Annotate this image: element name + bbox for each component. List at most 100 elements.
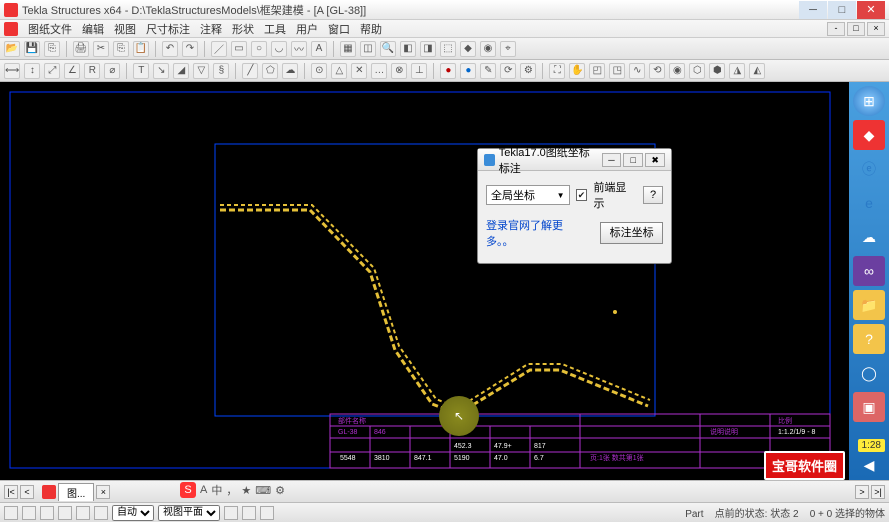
extra9-icon[interactable]: ◭ [749, 63, 765, 79]
annot-text-icon[interactable]: T [133, 63, 149, 79]
drawing-tab[interactable]: 图... [58, 483, 94, 501]
tb-text-icon[interactable]: A [311, 41, 327, 57]
extra7-icon[interactable]: ⬢ [709, 63, 725, 79]
sb-ex3[interactable] [260, 506, 274, 520]
close-button[interactable]: ✕ [857, 1, 885, 19]
tb-rect-icon[interactable]: ▭ [231, 41, 247, 57]
front-display-checkbox[interactable]: ✔ [576, 189, 588, 201]
tb-undo-icon[interactable]: ↶ [162, 41, 178, 57]
official-site-link[interactable]: 登录官网了解更多。。 [486, 217, 588, 249]
tab-nav-last[interactable]: >| [871, 485, 885, 499]
view-fit-icon[interactable]: ⛶ [549, 63, 565, 79]
mdi-restore[interactable]: □ [847, 22, 865, 36]
tb-grid-icon[interactable]: ▦ [340, 41, 356, 57]
extra3-icon[interactable]: ∿ [629, 63, 645, 79]
dim-dia-icon[interactable]: ⌀ [104, 63, 120, 79]
extra1-icon[interactable]: ◰ [589, 63, 605, 79]
snap-perp-icon[interactable]: ⊥ [411, 63, 427, 79]
shape-cloud-icon[interactable]: ☁ [282, 63, 298, 79]
tb-misc6-icon[interactable]: ⌖ [500, 41, 516, 57]
misc-a-icon[interactable]: ● [440, 63, 456, 79]
misc-e-icon[interactable]: ⚙ [520, 63, 536, 79]
sb-icon-2[interactable] [22, 506, 36, 520]
tb-misc3-icon[interactable]: ⬚ [440, 41, 456, 57]
dock-vs-icon[interactable]: ∞ [853, 256, 885, 286]
dialog-titlebar[interactable]: Tekla17.0图纸坐标标注 ─ □ ✖ [478, 149, 671, 171]
tb-misc1-icon[interactable]: ◧ [400, 41, 416, 57]
mode-b-select[interactable]: 视图平面 [158, 505, 220, 521]
sb-icon-6[interactable] [94, 506, 108, 520]
tb-view-icon[interactable]: ◫ [360, 41, 376, 57]
tab-nav-prev[interactable]: < [20, 485, 34, 499]
tab-close[interactable]: × [96, 485, 110, 499]
minimize-button[interactable]: ─ [799, 1, 827, 19]
dock-ie-icon[interactable]: ⓔ [853, 154, 885, 184]
annot-section-icon[interactable]: § [213, 63, 229, 79]
tab-nav-next[interactable]: > [855, 485, 869, 499]
ime-settings-icon[interactable]: ⚙ [275, 484, 285, 497]
dim-v-icon[interactable]: ↕ [24, 63, 40, 79]
help-button[interactable]: ? [643, 186, 663, 204]
ime-bar[interactable]: S A 中 ， ★ ⌨ ⚙ [180, 482, 285, 498]
menu-annot[interactable]: 注释 [200, 21, 222, 37]
snap-end-icon[interactable]: ⊙ [311, 63, 327, 79]
dock-start-icon[interactable]: ⊞ [853, 86, 885, 116]
sb-icon-4[interactable] [58, 506, 72, 520]
dim-angle-icon[interactable]: ∠ [64, 63, 80, 79]
tb-line-icon[interactable]: ／ [211, 41, 227, 57]
tb-save-icon[interactable]: 💾 [24, 41, 40, 57]
tb-misc4-icon[interactable]: ◆ [460, 41, 476, 57]
extra2-icon[interactable]: ◳ [609, 63, 625, 79]
dim-radius-icon[interactable]: R [84, 63, 100, 79]
tb-circle-icon[interactable]: ○ [251, 41, 267, 57]
tb-polyline-icon[interactable]: 〰 [291, 41, 307, 57]
tb-cut-icon[interactable]: ✂ [93, 41, 109, 57]
mode-a-select[interactable]: 自动 [112, 505, 154, 521]
ime-punct[interactable]: ， [226, 482, 237, 498]
dock-tekla-icon[interactable]: ◆ [853, 120, 885, 150]
dock-folder-icon[interactable]: 📁 [853, 290, 885, 320]
sb-icon-5[interactable] [76, 506, 90, 520]
dock-help-icon[interactable]: ? [853, 324, 885, 354]
mdi-close[interactable]: × [867, 22, 885, 36]
extra8-icon[interactable]: ◮ [729, 63, 745, 79]
ime-mode[interactable]: 中 [211, 482, 222, 498]
menu-file[interactable]: 图纸文件 [28, 21, 72, 37]
tb-saveas-icon[interactable]: ⎘ [44, 41, 60, 57]
misc-b-icon[interactable]: ● [460, 63, 476, 79]
menu-window[interactable]: 窗口 [328, 21, 350, 37]
snap-center-icon[interactable]: ⊗ [391, 63, 407, 79]
mdi-minimize[interactable]: - [827, 22, 845, 36]
dock-chrome-icon[interactable]: ◯ [853, 358, 885, 388]
tb-open-icon[interactable]: 📂 [4, 41, 20, 57]
dock-pin-icon[interactable]: ◀ [853, 450, 885, 480]
dialog-max[interactable]: □ [623, 153, 643, 167]
menu-help[interactable]: 帮助 [360, 21, 382, 37]
annot-level-icon[interactable]: ▽ [193, 63, 209, 79]
dock-app-icon[interactable]: ▣ [853, 392, 885, 422]
menu-user[interactable]: 用户 [296, 21, 318, 37]
ime-keyboard-icon[interactable]: ⌨ [255, 484, 271, 497]
extra4-icon[interactable]: ⟲ [649, 63, 665, 79]
tb-print-icon[interactable]: 🖨 [73, 41, 89, 57]
misc-d-icon[interactable]: ⟳ [500, 63, 516, 79]
annotate-coord-button[interactable]: 标注坐标 [600, 222, 663, 244]
dock-edge-icon[interactable]: e [853, 188, 885, 218]
tb-arc-icon[interactable]: ◡ [271, 41, 287, 57]
tb-misc5-icon[interactable]: ◉ [480, 41, 496, 57]
ime-symbols[interactable]: ★ [241, 484, 251, 497]
menu-view[interactable]: 视图 [114, 21, 136, 37]
maximize-button[interactable]: □ [828, 1, 856, 19]
extra5-icon[interactable]: ◉ [669, 63, 685, 79]
annot-leader-icon[interactable]: ↘ [153, 63, 169, 79]
dock-cloud-icon[interactable]: ☁ [853, 222, 885, 252]
sb-ex2[interactable] [242, 506, 256, 520]
snap-mid-icon[interactable]: △ [331, 63, 347, 79]
sb-icon-1[interactable] [4, 506, 18, 520]
menu-dim[interactable]: 尺寸标注 [146, 21, 190, 37]
menu-tools[interactable]: 工具 [264, 21, 286, 37]
shape-line-icon[interactable]: ╱ [242, 63, 258, 79]
dialog-min[interactable]: ─ [602, 153, 622, 167]
dim-h-icon[interactable]: ⟷ [4, 63, 20, 79]
snap-int-icon[interactable]: ✕ [351, 63, 367, 79]
